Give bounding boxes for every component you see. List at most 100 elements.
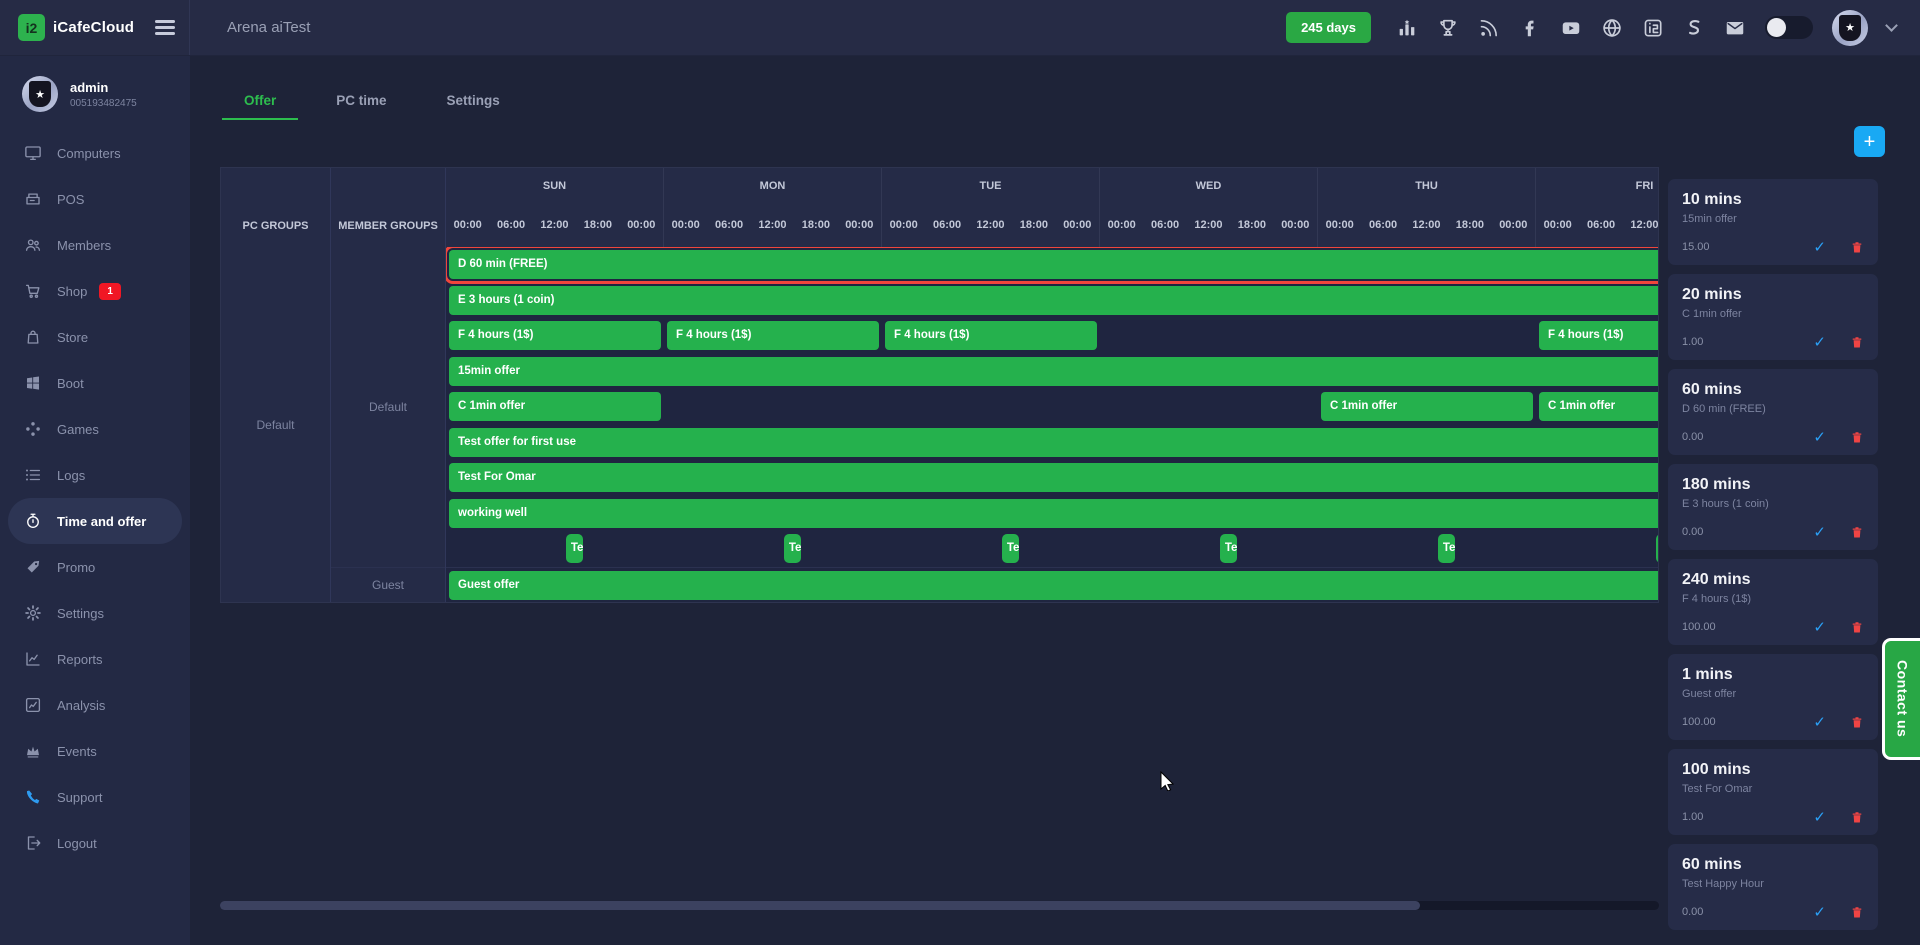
sidebar-item-members[interactable]: Members [0,222,182,268]
sidebar-item-logs[interactable]: Logs [0,452,182,498]
sidebar-nav: ComputersPOSMembersShop1StoreBootGamesLo… [0,130,190,866]
offer-delete-trash-icon[interactable] [1850,525,1864,540]
offer-bar[interactable]: Test Happy Hour [1438,534,1455,563]
offer-delete-trash-icon[interactable] [1850,335,1864,350]
sidebar-item-analysis[interactable]: Analysis [0,682,182,728]
offer-price: 15.00 [1682,241,1710,253]
theme-toggle[interactable] [1765,16,1813,39]
youtube-icon[interactable] [1560,17,1582,39]
app-logo-icon: i2 [18,14,45,41]
offer-enabled-check-icon[interactable]: ✓ [1813,428,1826,446]
trophy-icon[interactable] [1437,17,1459,39]
tab-pc-time[interactable]: PC time [314,93,408,120]
offer-bar[interactable]: D 60 min (FREE) [449,250,1658,279]
contact-us-button[interactable]: Contact us [1882,638,1920,760]
offer-duration: 100 mins [1682,761,1864,779]
scrollbar-thumb[interactable] [220,901,1420,910]
time-ticks: 00:0006:0012:0018:0000:00 [882,203,1099,247]
user-avatar[interactable]: ★ [1832,10,1868,46]
offer-enabled-check-icon[interactable]: ✓ [1813,333,1826,351]
offer-delete-trash-icon[interactable] [1850,715,1864,730]
offer-bar[interactable]: F 4 hours (1$) [885,321,1097,350]
time-tick: 06:00 [1369,219,1397,231]
sidebar-item-reports[interactable]: Reports [0,636,182,682]
time-tick: 00:00 [890,219,918,231]
sidebar-item-events[interactable]: Events [0,728,182,774]
facebook-icon[interactable] [1519,17,1541,39]
offer-bar[interactable]: C 1min offer [1539,392,1658,421]
shop-icon [24,282,42,300]
offer-enabled-check-icon[interactable]: ✓ [1813,618,1826,636]
sidebar-item-time-and-offer[interactable]: Time and offer [8,498,182,544]
offer-card: 1 minsGuest offer100.00✓ [1668,654,1878,740]
tab-offer[interactable]: Offer [222,93,298,120]
offer-bar[interactable]: F 4 hours (1$) [667,321,879,350]
sidebar-item-promo[interactable]: Promo [0,544,182,590]
license-days-badge[interactable]: 245 days [1286,12,1371,43]
offer-delete-trash-icon[interactable] [1850,905,1864,920]
offer-bar[interactable]: Test Happy Hour [1220,534,1237,563]
sidebar-item-boot[interactable]: Boot [0,360,182,406]
globe-icon[interactable] [1601,17,1623,39]
offer-card: 240 minsF 4 hours (1$)100.00✓ [1668,559,1878,645]
offer-bar[interactable]: Test For Omar [449,463,1658,492]
offer-bar[interactable]: Test Happy Hour [566,534,583,563]
offer-enabled-check-icon[interactable]: ✓ [1813,713,1826,731]
offer-bar[interactable]: Guest offer [449,571,1658,600]
sidebar-item-computers[interactable]: Computers [0,130,182,176]
offer-delete-trash-icon[interactable] [1850,620,1864,635]
sidebar-item-games[interactable]: Games [0,406,182,452]
offer-delete-trash-icon[interactable] [1850,430,1864,445]
time-tick: 00:00 [1108,219,1136,231]
offer-bar[interactable]: Test Happy Hour [784,534,801,563]
offer-enabled-check-icon[interactable]: ✓ [1813,903,1826,921]
offer-bar[interactable]: Test offer for first use [449,428,1658,457]
sidebar-item-pos[interactable]: POS [0,176,182,222]
day-label: FRI [1536,168,1658,203]
settings-icon [24,604,42,622]
rss-icon[interactable] [1478,17,1500,39]
time-tick: 00:00 [845,219,873,231]
sidebar-item-settings[interactable]: Settings [0,590,182,636]
sidebar-item-label: Settings [57,606,104,621]
sidebar: ★ admin 005193482475 ComputersPOSMembers… [0,56,190,945]
offer-name: E 3 hours (1 coin) [1682,498,1864,510]
schedule-row: D 60 min (FREE) [446,247,1658,283]
sidebar-item-support[interactable]: Support [0,774,182,820]
members-icon [24,236,42,254]
offers-schedule-table: PC GROUPS MEMBER GROUPS SUN00:0006:0012:… [220,167,1659,603]
offer-enabled-check-icon[interactable]: ✓ [1813,238,1826,256]
sidebar-user-avatar[interactable]: ★ [22,76,58,112]
menu-hamburger-icon[interactable] [155,17,175,39]
offer-bar[interactable]: working well [449,499,1658,528]
ribbon-icon[interactable] [1683,17,1705,39]
offer-enabled-check-icon[interactable]: ✓ [1813,808,1826,826]
offer-enabled-check-icon[interactable]: ✓ [1813,523,1826,541]
chevron-down-icon[interactable] [1885,19,1898,32]
icafe-icon[interactable] [1642,17,1664,39]
offer-bar[interactable]: Test Happy Hour [1656,534,1658,563]
offer-delete-trash-icon[interactable] [1850,810,1864,825]
offer-bar[interactable]: F 4 hours (1$) [449,321,661,350]
offer-bar[interactable]: 15min offer [449,357,1658,386]
offer-bar[interactable]: C 1min offer [449,392,661,421]
offer-bar[interactable]: E 3 hours (1 coin) [449,286,1658,315]
day-column-fri: FRI00:0006:0012:0018:0000:00 [1536,168,1658,247]
sidebar-item-store[interactable]: Store [0,314,182,360]
tab-settings[interactable]: Settings [425,93,522,120]
boot-icon [24,374,42,392]
offer-bar[interactable]: C 1min offer [1321,392,1533,421]
horizontal-scrollbar[interactable] [220,901,1659,910]
day-label: WED [1100,168,1317,203]
sidebar-item-shop[interactable]: Shop1 [0,268,182,314]
offer-bar[interactable]: Test Happy Hour [1002,534,1019,563]
add-offer-button[interactable]: + [1854,126,1885,157]
ranking-icon[interactable] [1396,17,1418,39]
sidebar-item-logout[interactable]: Logout [0,820,182,866]
schedule-row: C 1min offerC 1min offerC 1min offer [446,389,1658,425]
timeline-body: D 60 min (FREE) E 3 hours (1 coin) F 4 hou… [446,247,1658,602]
offer-duration: 60 mins [1682,381,1864,399]
mail-icon[interactable] [1724,17,1746,39]
offer-bar[interactable]: F 4 hours (1$) [1539,321,1658,350]
offer-delete-trash-icon[interactable] [1850,240,1864,255]
